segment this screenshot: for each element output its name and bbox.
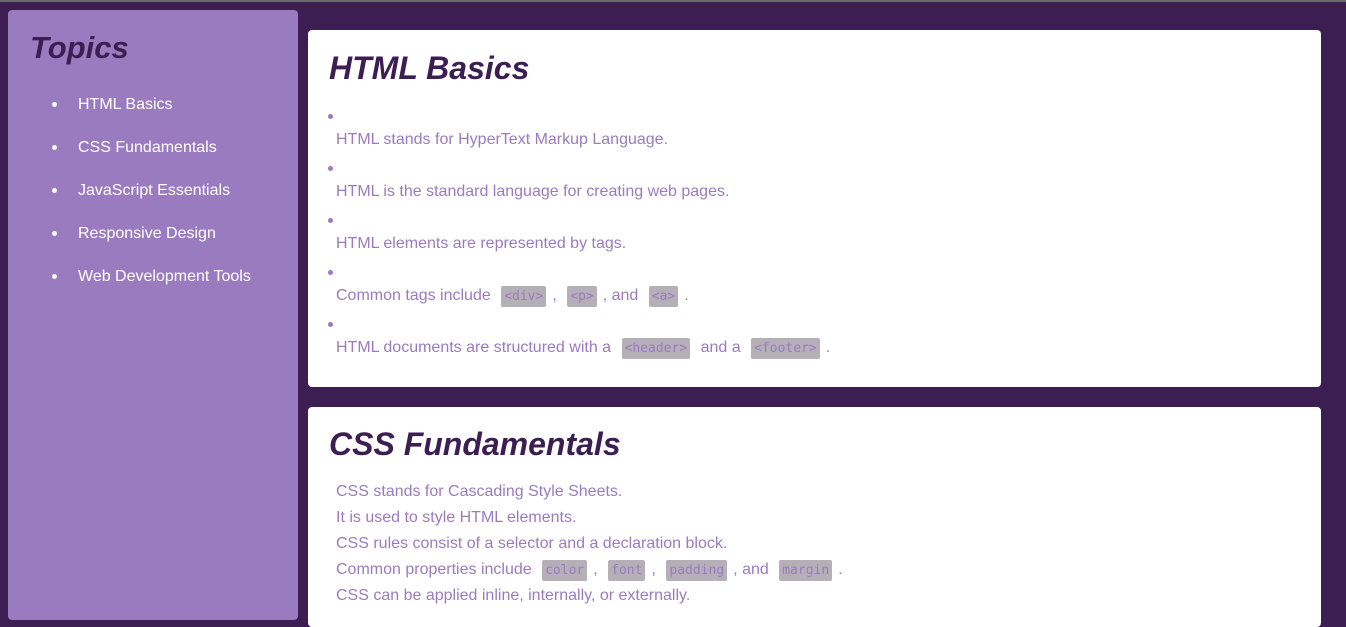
css-fundamentals-section: CSS Fundamentals CSS stands for Cascadin… <box>308 407 1321 627</box>
bullet-icon <box>52 145 57 150</box>
code-snippet: font <box>608 560 646 581</box>
section-title: HTML Basics <box>329 50 530 86</box>
text-fragment: Common properties include <box>336 561 532 578</box>
list-item: Common tags include <div>, <p> , and <a>. <box>308 266 1321 318</box>
code-snippet: margin <box>779 560 833 581</box>
code-snippet: color <box>542 560 588 581</box>
sidebar-item-css-fundamentals[interactable]: CSS Fundamentals <box>8 137 298 180</box>
text-fragment: , <box>651 561 656 578</box>
bullet-icon <box>52 102 57 107</box>
text-fragment: , and <box>602 287 639 304</box>
list-item: It is used to style HTML elements. <box>336 509 577 526</box>
text-fragment: , <box>552 287 557 304</box>
bullet-icon <box>328 114 333 119</box>
sidebar-item-html-basics[interactable]: HTML Basics <box>8 94 298 137</box>
list-item: CSS can be applied inline, internally, o… <box>336 587 691 604</box>
list-item: HTML is the standard language for creati… <box>308 162 1321 214</box>
sidebar-item-label: JavaScript Essentials <box>78 182 231 199</box>
list-item: HTML elements are represented by tags. <box>308 214 1321 266</box>
text-fragment: . <box>825 339 831 356</box>
code-snippet: <div> <box>501 286 547 307</box>
list-item-text: HTML elements are represented by tags. <box>336 235 627 252</box>
code-snippet: <a> <box>648 286 679 307</box>
bullet-icon <box>328 270 333 275</box>
list-item-text: Common tags include <div>, <p> , and <a>. <box>336 286 689 307</box>
sidebar-item-javascript-essentials[interactable]: JavaScript Essentials <box>8 180 298 223</box>
text-fragment: . <box>684 287 689 304</box>
text-fragment: , and <box>733 561 769 578</box>
section-title: CSS Fundamentals <box>329 426 621 462</box>
list-item: HTML stands for HyperText Markup Languag… <box>308 110 1321 162</box>
html-basics-section: HTML Basics HTML stands for HyperText Ma… <box>308 30 1321 387</box>
sidebar-item-web-development-tools[interactable]: Web Development Tools <box>8 266 298 309</box>
code-snippet: <header> <box>621 338 691 359</box>
bullet-icon <box>52 274 57 279</box>
sidebar-topic-list: HTML Basics CSS Fundamentals JavaScript … <box>8 94 298 309</box>
sidebar-item-responsive-design[interactable]: Responsive Design <box>8 223 298 266</box>
css-facts-list: CSS stands for Cascading Style Sheets. I… <box>336 482 843 612</box>
sidebar-item-label: Web Development Tools <box>78 268 251 285</box>
code-snippet: <footer> <box>751 338 820 359</box>
list-item: CSS rules consist of a selector and a de… <box>336 535 728 552</box>
html-facts-list: HTML stands for HyperText Markup Languag… <box>308 110 1321 370</box>
bullet-icon <box>328 218 333 223</box>
text-fragment: , <box>593 561 598 578</box>
sidebar-item-label: CSS Fundamentals <box>78 139 217 156</box>
text-fragment: and a <box>700 339 741 356</box>
window-top-border <box>0 0 1346 2</box>
code-snippet: padding <box>666 560 728 581</box>
sidebar-item-label: HTML Basics <box>78 96 173 113</box>
bullet-icon <box>328 322 333 327</box>
bullet-icon <box>52 188 57 193</box>
sidebar-item-label: Responsive Design <box>78 225 216 242</box>
text-fragment: Common tags include <box>336 287 491 304</box>
list-item: Common properties include color, font, p… <box>336 560 843 586</box>
bullet-icon <box>52 231 57 236</box>
list-item-text: HTML documents are structured with a <he… <box>336 338 831 359</box>
list-item: CSS stands for Cascading Style Sheets. <box>336 483 623 500</box>
list-item-text: HTML stands for HyperText Markup Languag… <box>336 131 669 148</box>
text-fragment: . <box>838 561 843 578</box>
list-item-text: HTML is the standard language for creati… <box>336 183 730 200</box>
sidebar-title: Topics <box>30 30 129 65</box>
list-item: HTML documents are structured with a <he… <box>308 318 1321 370</box>
code-snippet: <p> <box>567 286 597 307</box>
bullet-icon <box>328 166 333 171</box>
sidebar: Topics HTML Basics CSS Fundamentals Java… <box>8 10 298 620</box>
text-fragment: HTML documents are structured with a <box>336 339 612 356</box>
